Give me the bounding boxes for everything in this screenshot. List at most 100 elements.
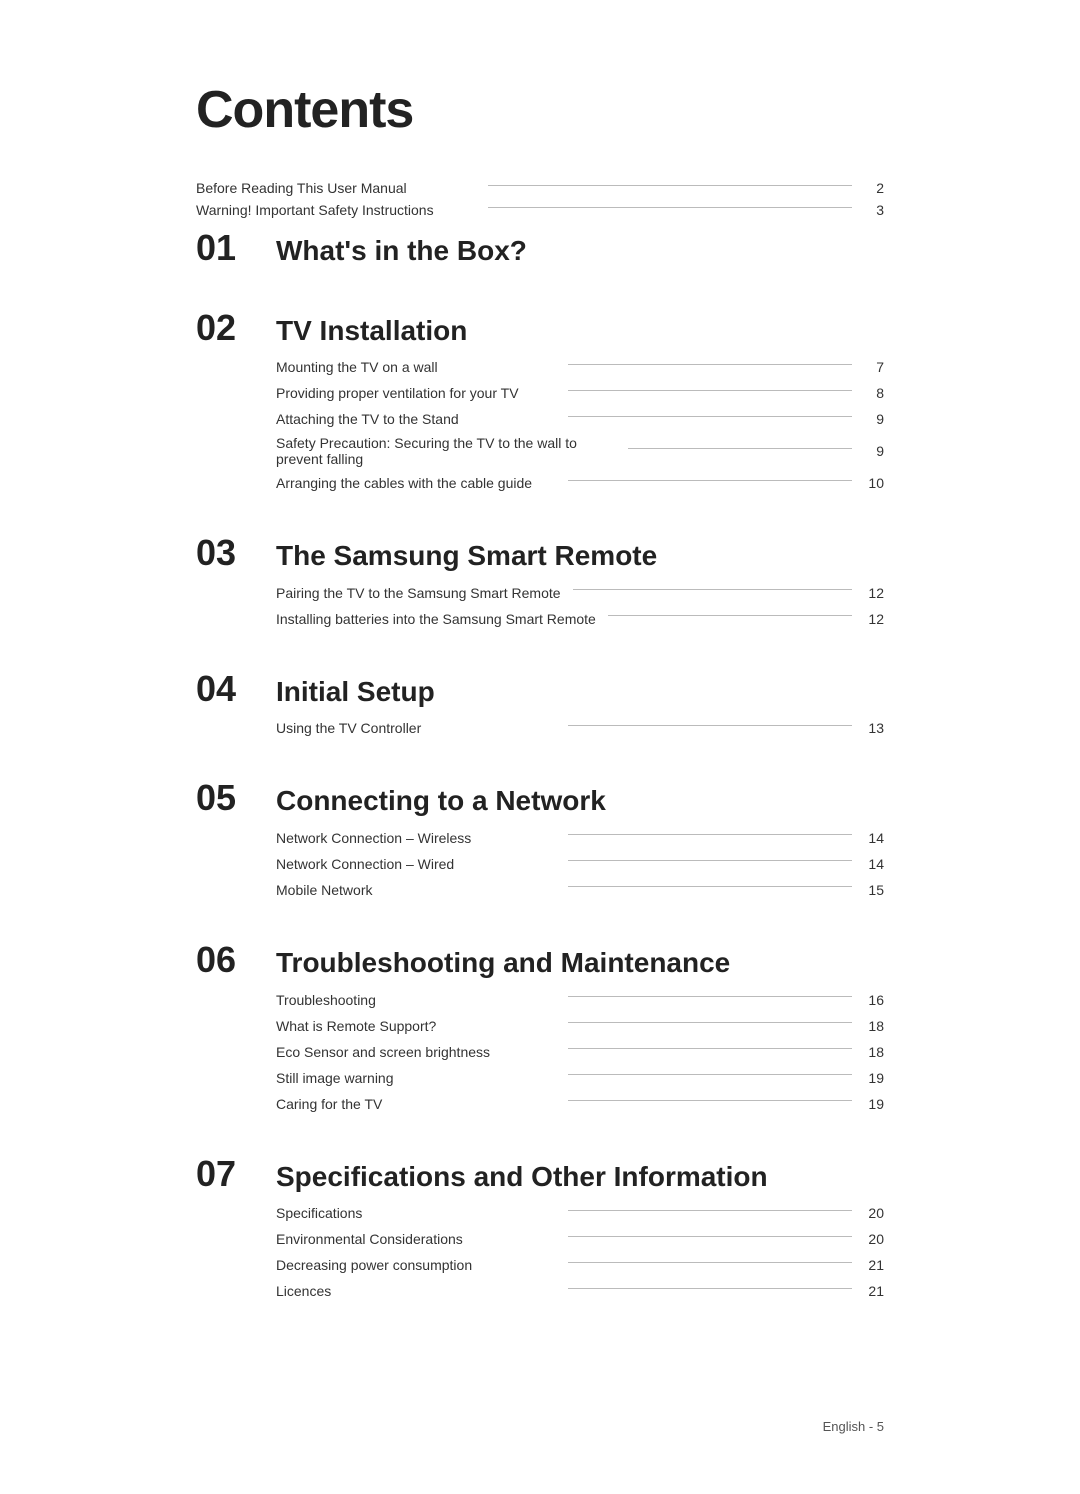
- footer-text: English - 5: [823, 1419, 884, 1434]
- section-title: Initial Setup: [276, 675, 435, 709]
- toc-page: 14: [864, 856, 884, 872]
- dots: [488, 185, 852, 186]
- toc-page: 20: [864, 1231, 884, 1247]
- toc-item: Eco Sensor and screen brightness 18: [276, 1042, 884, 1062]
- section-02: 02 TV Installation Mounting the TV on a …: [196, 308, 884, 494]
- toc-dots: [568, 1262, 852, 1263]
- toc-page: 21: [864, 1283, 884, 1299]
- toc-item-label: Environmental Considerations: [276, 1231, 556, 1247]
- section-title: The Samsung Smart Remote: [276, 539, 657, 573]
- toc-dots: [568, 1022, 852, 1023]
- toc-item: Safety Precaution: Securing the TV to th…: [276, 435, 884, 467]
- toc-item: Network Connection – Wired 14: [276, 854, 884, 874]
- toc-page: 12: [864, 585, 884, 601]
- toc-item: Arranging the cables with the cable guid…: [276, 473, 884, 493]
- toc-item-label: Eco Sensor and screen brightness: [276, 1044, 556, 1060]
- toc-item: Mounting the TV on a wall 7: [276, 357, 884, 377]
- toc-item: Still image warning 19: [276, 1068, 884, 1088]
- section-number: 03: [196, 533, 276, 573]
- toc-item-label: What is Remote Support?: [276, 1018, 556, 1034]
- toc-item: Attaching the TV to the Stand 9: [276, 409, 884, 429]
- section-title: Troubleshooting and Maintenance: [276, 946, 730, 980]
- section-03: 03 The Samsung Smart Remote Pairing the …: [196, 533, 884, 629]
- toc-page: 8: [864, 385, 884, 401]
- toc-dots: [568, 364, 852, 365]
- toc-item-label: Arranging the cables with the cable guid…: [276, 475, 556, 491]
- toc-item: Troubleshooting 16: [276, 990, 884, 1010]
- toc-item: What is Remote Support? 18: [276, 1016, 884, 1036]
- toc-page: 16: [864, 992, 884, 1008]
- toc-item-label: Network Connection – Wired: [276, 856, 556, 872]
- toc-item-label: Still image warning: [276, 1070, 556, 1086]
- section-title: Connecting to a Network: [276, 784, 606, 818]
- toc-item-label: Safety Precaution: Securing the TV to th…: [276, 435, 616, 467]
- toc-item: Installing batteries into the Samsung Sm…: [276, 609, 884, 629]
- toc-page: 7: [864, 359, 884, 375]
- toc-page: 18: [864, 1018, 884, 1034]
- intro-item: Before Reading This User Manual 2: [196, 180, 884, 196]
- toc-page: 13: [864, 720, 884, 736]
- toc-item-label: Mounting the TV on a wall: [276, 359, 556, 375]
- toc-dots: [568, 1236, 852, 1237]
- toc-page: 14: [864, 830, 884, 846]
- toc-page: 12: [864, 611, 884, 627]
- intro-item-label: Warning! Important Safety Instructions: [196, 202, 476, 218]
- toc-page: 10: [864, 475, 884, 491]
- toc-page: 18: [864, 1044, 884, 1060]
- section-number: 07: [196, 1154, 276, 1194]
- toc-item: Mobile Network 15: [276, 880, 884, 900]
- section-title: Specifications and Other Information: [276, 1160, 768, 1194]
- toc-item: Using the TV Controller 13: [276, 718, 884, 738]
- toc-dots: [568, 1288, 852, 1289]
- toc-dots: [568, 416, 852, 417]
- toc-page: 9: [864, 443, 884, 459]
- toc-dots: [568, 1100, 852, 1101]
- section-number: 01: [196, 228, 276, 268]
- intro-item-page: 2: [864, 180, 884, 196]
- page-title: Contents: [196, 80, 884, 140]
- toc-item-label: Network Connection – Wireless: [276, 830, 556, 846]
- toc-item: Decreasing power consumption 21: [276, 1255, 884, 1275]
- toc-item-label: Installing batteries into the Samsung Sm…: [276, 611, 596, 627]
- toc-item-label: Caring for the TV: [276, 1096, 556, 1112]
- toc-dots: [568, 1210, 852, 1211]
- intro-section: Before Reading This User Manual 2 Warnin…: [196, 180, 884, 218]
- toc-dots: [568, 834, 852, 835]
- toc-item-label: Licences: [276, 1283, 556, 1299]
- toc-dots: [573, 589, 852, 590]
- toc-dots: [568, 996, 852, 997]
- section-07: 07 Specifications and Other Information …: [196, 1154, 884, 1302]
- intro-item: Warning! Important Safety Instructions 3: [196, 202, 884, 218]
- toc-dots: [568, 725, 852, 726]
- toc-dots: [568, 886, 852, 887]
- section-04: 04 Initial Setup Using the TV Controller…: [196, 669, 884, 739]
- section-01: 01 What's in the Box?: [196, 228, 884, 268]
- toc-dots: [568, 1074, 852, 1075]
- toc-dots: [568, 480, 852, 481]
- section-number: 06: [196, 940, 276, 980]
- toc-item: Caring for the TV 19: [276, 1094, 884, 1114]
- toc-item: Pairing the TV to the Samsung Smart Remo…: [276, 583, 884, 603]
- toc-item-label: Pairing the TV to the Samsung Smart Remo…: [276, 585, 561, 601]
- toc-item-label: Attaching the TV to the Stand: [276, 411, 556, 427]
- toc-item: Licences 21: [276, 1281, 884, 1301]
- toc-item-label: Mobile Network: [276, 882, 556, 898]
- toc-dots: [608, 615, 852, 616]
- section-number: 05: [196, 778, 276, 818]
- toc-item: Specifications 20: [276, 1203, 884, 1223]
- section-number: 02: [196, 308, 276, 348]
- toc-item: Network Connection – Wireless 14: [276, 828, 884, 848]
- toc-dots: [628, 448, 852, 449]
- toc-page: 15: [864, 882, 884, 898]
- toc-dots: [568, 860, 852, 861]
- intro-item-page: 3: [864, 202, 884, 218]
- toc-page: 9: [864, 411, 884, 427]
- toc-page: 19: [864, 1096, 884, 1112]
- toc-page: 19: [864, 1070, 884, 1086]
- toc-item: Environmental Considerations 20: [276, 1229, 884, 1249]
- toc-page: 21: [864, 1257, 884, 1273]
- toc-dots: [568, 390, 852, 391]
- section-number: 04: [196, 669, 276, 709]
- toc-dots: [568, 1048, 852, 1049]
- toc-item-label: Using the TV Controller: [276, 720, 556, 736]
